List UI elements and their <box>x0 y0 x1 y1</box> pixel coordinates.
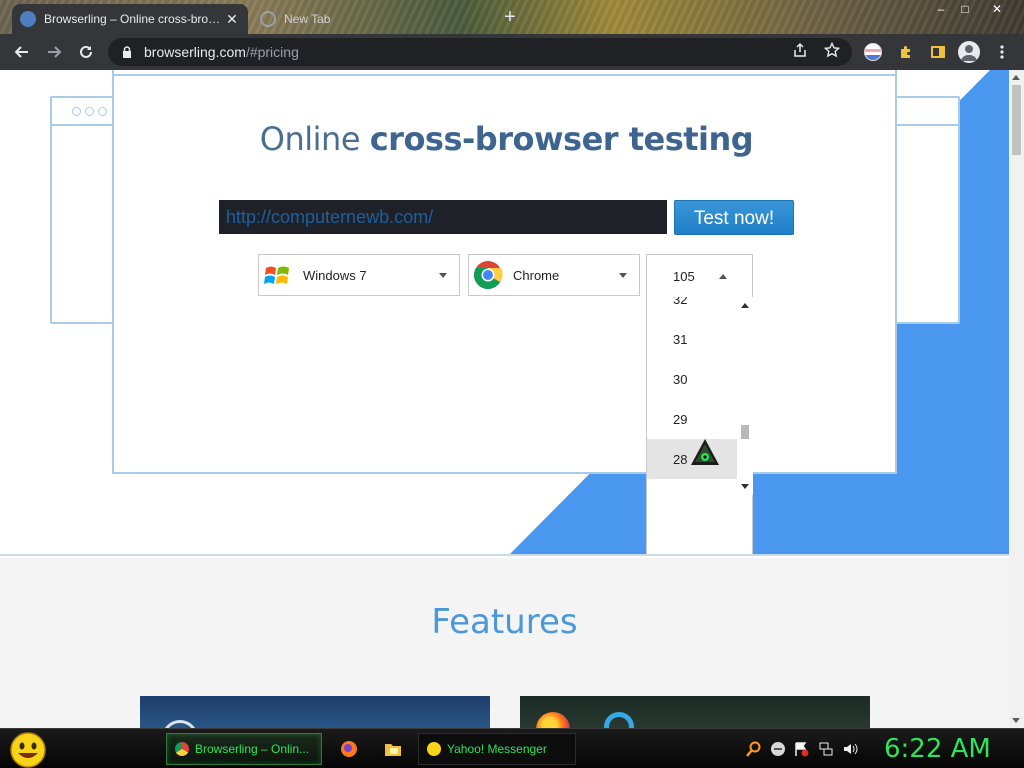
taskbar-item-label: Browserling – Onlin... <box>195 742 310 756</box>
windows-logo-icon <box>264 266 289 284</box>
star-icon[interactable] <box>823 41 841 62</box>
forward-button[interactable] <box>40 38 68 66</box>
mock-browser-window-right <box>890 96 960 324</box>
arrow-left-icon <box>14 46 28 58</box>
hero-title-light: Online <box>259 120 370 158</box>
chevron-up-icon <box>719 274 727 279</box>
arrow-right-icon <box>48 46 62 58</box>
taskbar-item-label: Yahoo! Messenger <box>447 742 547 756</box>
version-select-head[interactable]: 105 <box>647 255 752 297</box>
close-tab-icon[interactable]: ✕ <box>224 11 240 28</box>
puzzle-icon <box>901 46 910 58</box>
test-card: Online cross-browser testing http://comp… <box>112 70 897 474</box>
share-icon[interactable] <box>792 42 808 62</box>
url-path: /#pricing <box>245 44 299 60</box>
new-tab-button[interactable]: + <box>500 6 520 28</box>
action-center-flag-icon[interactable] <box>794 741 810 757</box>
version-list-scrollbar[interactable] <box>737 297 753 495</box>
windows-orb-icon <box>162 720 198 728</box>
version-option[interactable]: 32 <box>647 297 737 319</box>
chevron-down-icon <box>439 272 447 278</box>
profile-avatar-icon[interactable] <box>958 41 980 63</box>
version-option[interactable]: 27 <box>647 479 737 496</box>
close-window-button[interactable]: ✕ <box>982 0 1012 18</box>
page-scrollbar[interactable] <box>1009 70 1024 728</box>
hero-section: Online cross-browser testing http://comp… <box>0 70 1009 556</box>
scroll-up-icon[interactable] <box>1012 75 1020 80</box>
reload-button[interactable] <box>72 38 100 66</box>
mock-browser-window-left <box>50 96 120 324</box>
chrome-icon <box>175 742 189 756</box>
kebab-menu-icon <box>1000 45 1004 59</box>
hero-title-bold: cross-browser testing <box>369 120 754 158</box>
internet-explorer-logo-icon <box>604 712 634 728</box>
taskbar: Browserling – Onlin... Yahoo! Messenger … <box>0 728 1024 768</box>
features-title: Features <box>431 602 578 642</box>
extensions-button[interactable] <box>892 38 920 66</box>
extension-ball-icon[interactable] <box>864 43 882 61</box>
version-select[interactable]: 105 32 31 30 29 28 27 <box>646 254 753 554</box>
yahoo-smiley-icon <box>427 742 441 756</box>
taskbar-item-browserling[interactable]: Browserling – Onlin... <box>166 733 322 765</box>
messenger-tray-icon[interactable] <box>770 741 786 757</box>
search-tray-icon[interactable] <box>746 741 762 757</box>
os-select[interactable]: Windows 7 <box>258 254 460 296</box>
chrome-menu-button[interactable] <box>988 38 1016 66</box>
version-option[interactable]: 30 <box>647 359 737 399</box>
chevron-down-icon <box>619 272 627 278</box>
test-now-button[interactable]: Test now! <box>674 200 794 235</box>
reload-icon <box>80 45 92 58</box>
back-button[interactable] <box>8 38 36 66</box>
maximize-button[interactable]: □ <box>950 0 980 18</box>
tab-title: New Tab <box>284 12 331 26</box>
browserling-favicon-icon <box>20 11 36 27</box>
scroll-down-icon[interactable] <box>741 484 749 489</box>
tab-browserling[interactable]: Browserling – Online cross-browser testi… <box>12 4 248 34</box>
taskbar-clock[interactable]: 6:22 AM <box>884 731 991 767</box>
firefox-logo-icon <box>536 712 570 728</box>
tab-new-tab[interactable]: New Tab <box>252 4 492 34</box>
version-option[interactable]: 29 <box>647 399 737 439</box>
features-section: Features <box>0 558 1009 728</box>
volume-tray-icon[interactable] <box>842 741 858 757</box>
cursor-icon <box>691 439 719 465</box>
scrollbar-thumb[interactable] <box>1012 85 1021 155</box>
version-option[interactable]: 31 <box>647 319 737 359</box>
page-viewport: Online cross-browser testing http://comp… <box>0 70 1009 728</box>
hero-title: Online cross-browser testing <box>114 120 899 158</box>
url-input[interactable]: http://computernewb.com/ <box>219 200 667 234</box>
start-smiley-icon[interactable] <box>8 731 48 768</box>
tab-title: Browserling – Online cross-browser testi… <box>44 12 224 26</box>
browser-select-value: Chrome <box>513 267 560 283</box>
network-tray-icon[interactable] <box>818 741 834 757</box>
side-panel-button[interactable] <box>924 38 952 66</box>
scroll-down-icon[interactable] <box>1012 718 1020 723</box>
chrome-logo-icon <box>474 261 503 289</box>
lock-icon[interactable] <box>120 45 134 59</box>
scrollbar-thumb[interactable] <box>741 425 749 439</box>
scroll-up-icon[interactable] <box>741 303 749 308</box>
taskbar-item-yahoo-messenger[interactable]: Yahoo! Messenger <box>418 733 576 765</box>
address-bar[interactable]: browserling.com/#pricing <box>108 38 852 66</box>
browser-select[interactable]: Chrome <box>468 254 640 296</box>
version-select-value: 105 <box>673 268 695 284</box>
tab-strip: Browserling – Online cross-browser testi… <box>0 0 1024 34</box>
sidebar-icon <box>931 46 945 58</box>
os-select-value: Windows 7 <box>303 267 367 283</box>
feature-card-1 <box>140 696 490 728</box>
firefox-quicklaunch-icon[interactable] <box>340 740 358 758</box>
url-host: browserling.com <box>144 44 246 60</box>
folder-quicklaunch-icon[interactable] <box>384 740 402 758</box>
chrome-favicon-icon <box>260 11 276 27</box>
feature-card-2 <box>520 696 870 728</box>
